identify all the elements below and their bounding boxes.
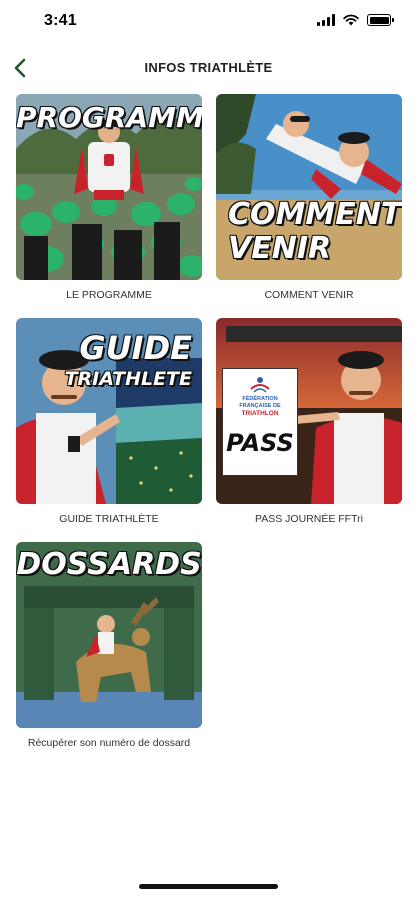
- comment-venir-image: COMMENT VENIR: [216, 94, 402, 280]
- tile-comment-venir-caption: COMMENT VENIR: [264, 289, 354, 301]
- programme-image: PROGRAMME: [16, 94, 202, 280]
- tile-guide-triathlete[interactable]: GUIDE TRIATHLETE GUIDE TRIATHLÈTE: [16, 318, 202, 528]
- info-tiles-grid: PROGRAMME LE PROGRAMME COMMENT VENIR: [16, 94, 402, 752]
- tile-programme[interactable]: PROGRAMME LE PROGRAMME: [16, 94, 202, 304]
- fftri-logo-icon: [248, 375, 272, 393]
- tile-programme-title: PROGRAMME: [16, 101, 202, 134]
- battery-icon: [367, 14, 394, 26]
- tile-comment-venir-title-line2: VENIR: [228, 231, 332, 266]
- dossards-image: DOSSARDS: [16, 542, 202, 728]
- wifi-icon: [343, 14, 359, 26]
- tile-dossards-title: DOSSARDS: [16, 547, 202, 582]
- pass-sign: FÉDÉRATION FRANÇAISE DE TRIATHLON PASS: [222, 368, 298, 476]
- tile-programme-caption: LE PROGRAMME: [66, 289, 152, 301]
- guide-triathlete-image: GUIDE TRIATHLETE: [16, 318, 202, 504]
- pass-sign-org-line1: FÉDÉRATION: [242, 396, 278, 402]
- pass-sign-org-line3: TRIATHLON: [241, 410, 279, 417]
- status-icons: [317, 14, 394, 26]
- signal-icon: [317, 14, 335, 26]
- navigation-bar: INFOS TRIATHLÈTE: [0, 48, 417, 88]
- status-bar: 3:41: [0, 0, 417, 44]
- status-time: 3:41: [44, 12, 77, 29]
- tile-pass-journee[interactable]: FÉDÉRATION FRANÇAISE DE TRIATHLON PASS P…: [216, 318, 402, 528]
- tile-dossards[interactable]: DOSSARDS Récupérer son numéro de dossard: [16, 542, 202, 752]
- tile-pass-journee-caption: PASS JOURNÉE FFTri: [255, 513, 363, 525]
- tile-dossards-caption: Récupérer son numéro de dossard: [27, 737, 191, 749]
- page-title: INFOS TRIATHLÈTE: [144, 60, 273, 75]
- pass-journee-image: FÉDÉRATION FRANÇAISE DE TRIATHLON PASS: [216, 318, 402, 504]
- tile-comment-venir-title-line1: COMMENT: [228, 197, 402, 232]
- home-indicator: [139, 884, 278, 889]
- tile-comment-venir[interactable]: COMMENT VENIR COMMENT VENIR: [216, 94, 402, 304]
- pass-sign-title: PASS: [226, 429, 294, 457]
- tile-guide-title-line2: TRIATHLETE: [64, 368, 192, 390]
- tile-guide-triathlete-caption: GUIDE TRIATHLÈTE: [59, 513, 159, 525]
- pass-sign-org-line2: FRANÇAISE DE: [239, 403, 281, 409]
- tile-guide-title-line1: GUIDE: [79, 329, 192, 367]
